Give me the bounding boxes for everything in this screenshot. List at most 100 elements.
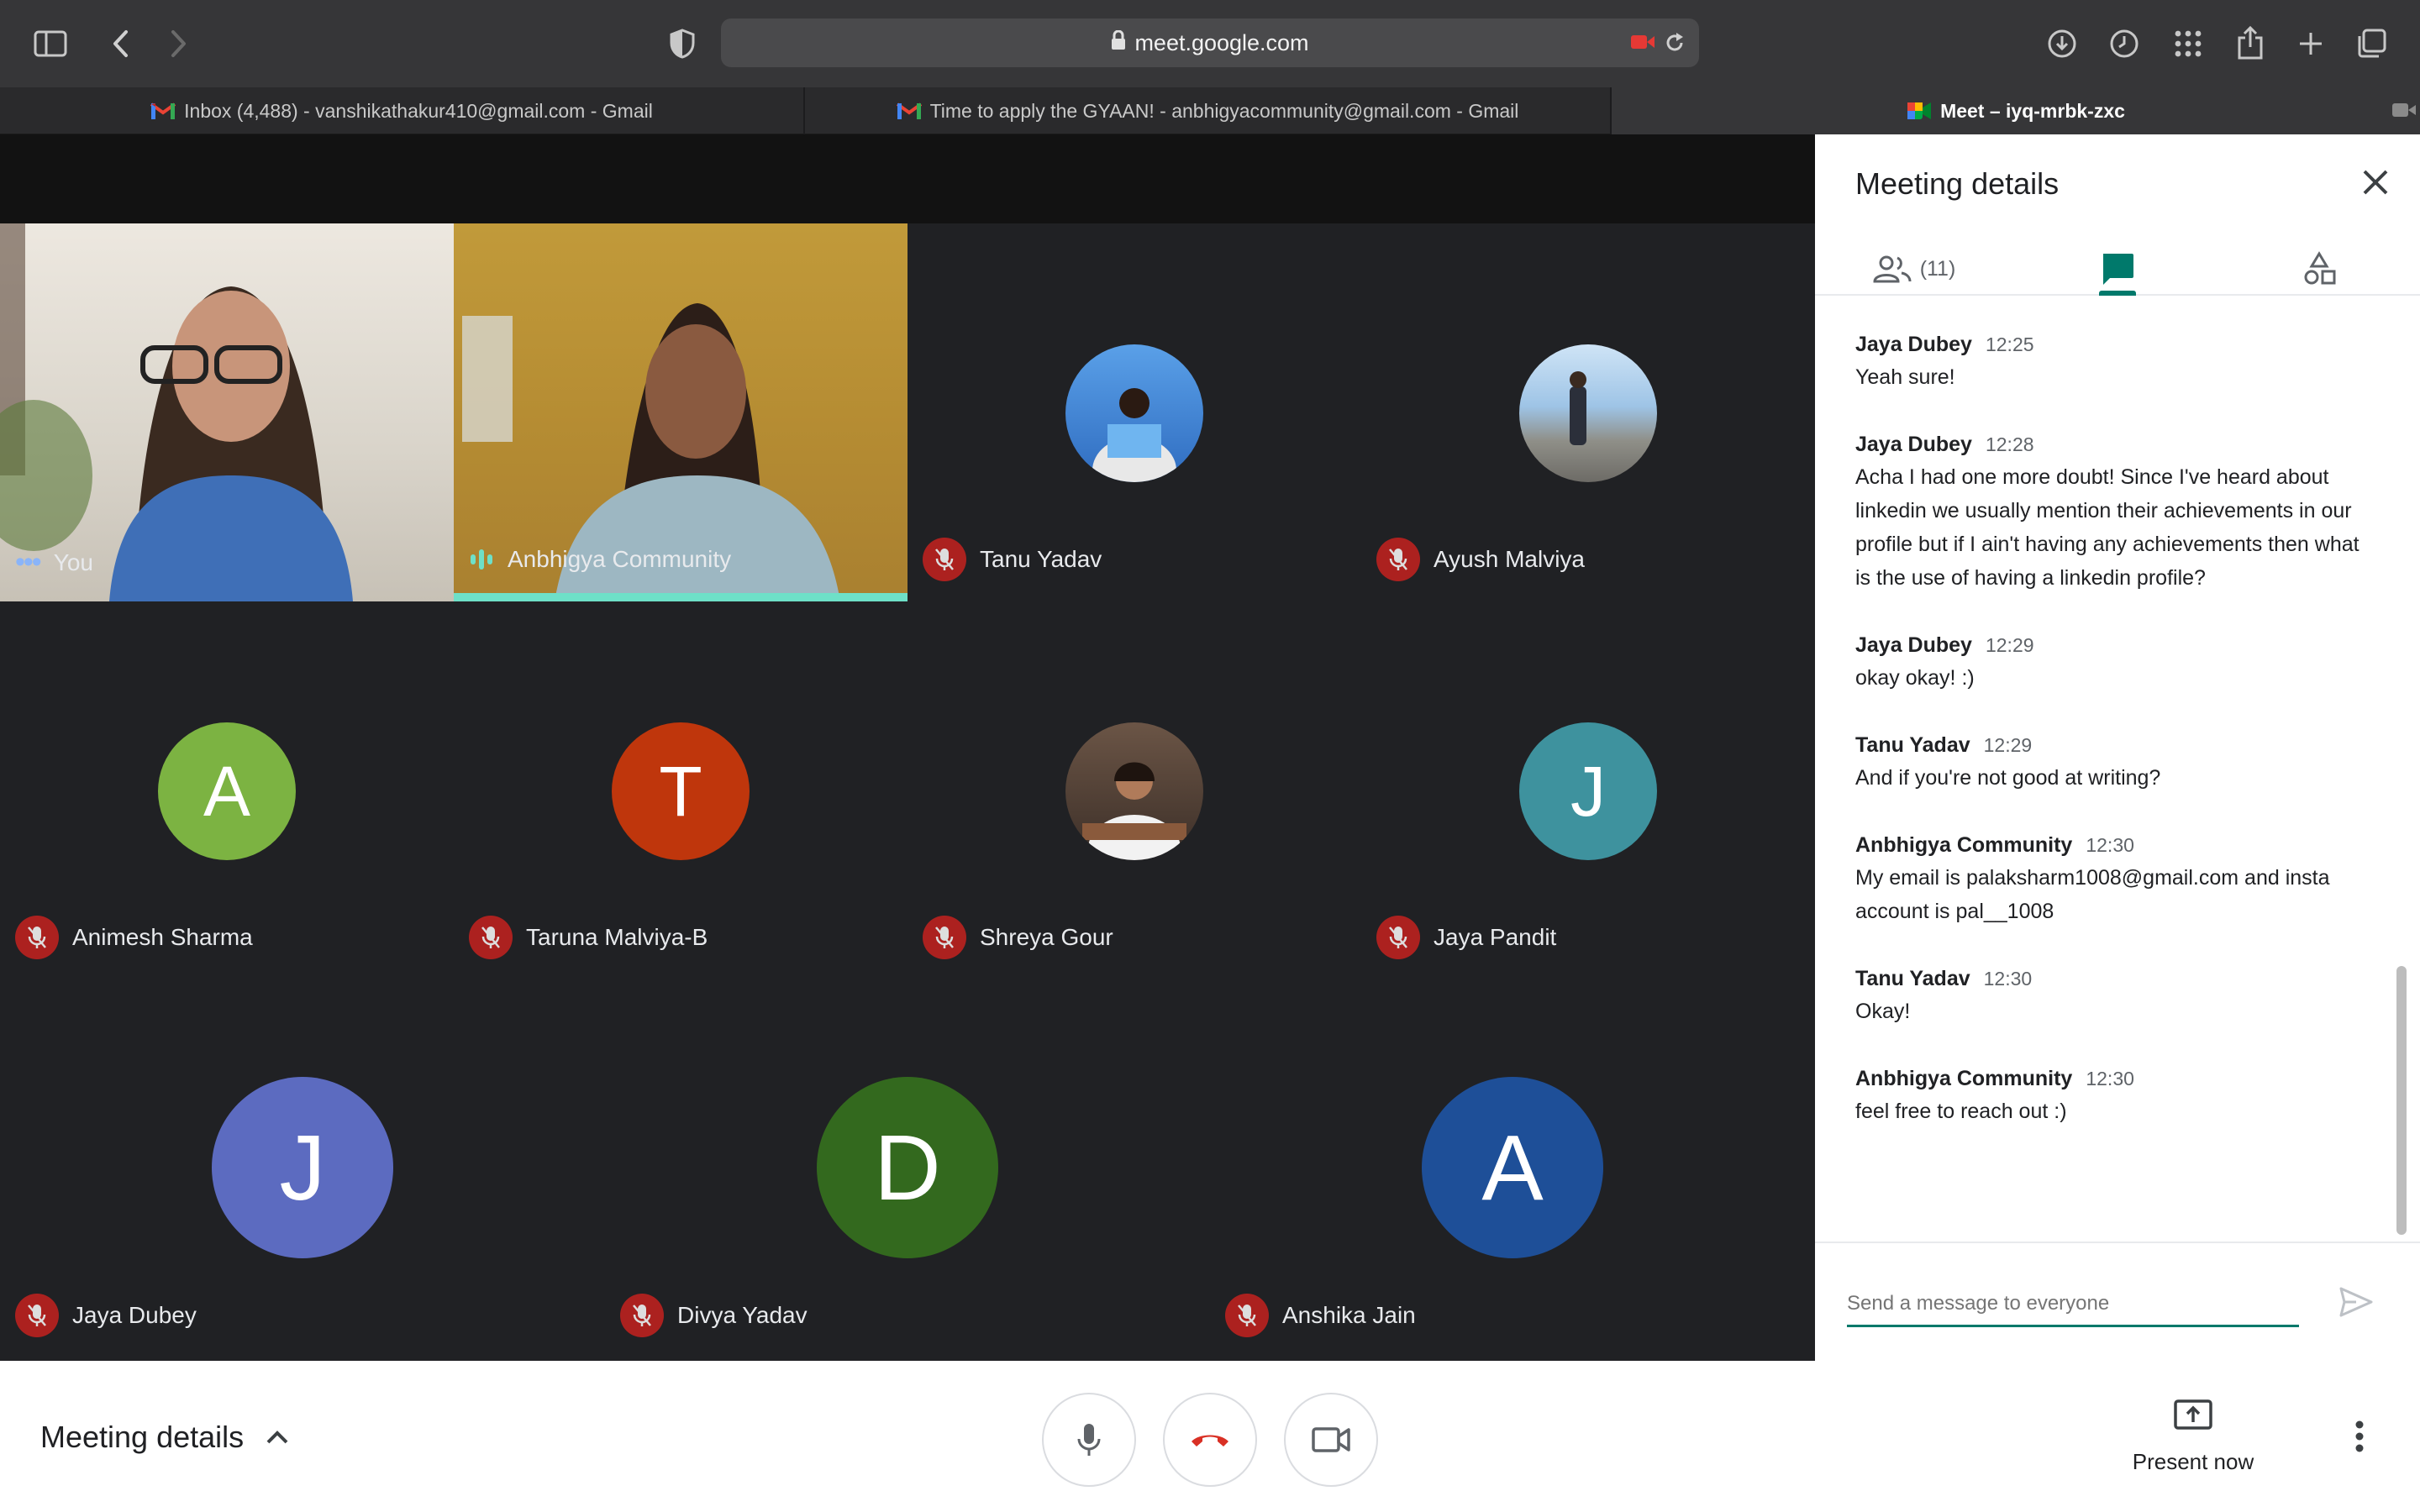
- avatar: [1065, 722, 1203, 860]
- avatar: T: [612, 722, 750, 860]
- tab-people[interactable]: (11): [1855, 244, 1973, 294]
- share-icon[interactable]: [2232, 24, 2269, 62]
- participant-label: Shreya Gour: [923, 916, 1113, 959]
- reload-icon[interactable]: [1664, 32, 1686, 60]
- mic-off-icon: [1376, 916, 1420, 959]
- people-icon: [1873, 255, 1912, 283]
- participant-label: Divya Yadav: [620, 1294, 808, 1337]
- message-time: 12:29: [1983, 734, 2033, 756]
- mic-off-icon: [923, 538, 966, 581]
- participant-label: Ayush Malviya: [1376, 538, 1585, 581]
- speaking-bar: [454, 593, 908, 601]
- message-text: Acha I had one more doubt! Since I've he…: [1855, 465, 2360, 590]
- url-text: meet.google.com: [1134, 29, 1309, 55]
- meeting-controls-bar: Meeting details Present now: [0, 1361, 2420, 1512]
- address-bar[interactable]: meet.google.com: [721, 18, 1699, 67]
- participant-tile-you[interactable]: ••• You: [0, 223, 454, 601]
- tab-gmail-gyaan[interactable]: Time to apply the GYAAN! - anbhigyacommu…: [805, 87, 1612, 134]
- compose-divider: [1815, 1242, 2420, 1243]
- participant-label: Taruna Malviya-B: [469, 916, 708, 959]
- camera-button[interactable]: [1284, 1393, 1378, 1487]
- avatar: A: [158, 722, 296, 860]
- browser-toolbar: meet.google.com: [0, 0, 2420, 87]
- participant-tile-divya[interactable]: D Divya Yadav: [605, 979, 1210, 1357]
- chevron-up-icon: [266, 1430, 289, 1445]
- mic-off-icon: [1376, 538, 1420, 581]
- leave-call-button[interactable]: [1163, 1393, 1257, 1487]
- message-time: 12:25: [1985, 333, 2034, 355]
- lock-icon: [1111, 29, 1126, 56]
- message-sender: Jaya Dubey: [1855, 433, 1972, 456]
- send-icon[interactable]: [2339, 1287, 2373, 1321]
- microphone-icon: [1076, 1422, 1102, 1457]
- mic-off-icon: [923, 916, 966, 959]
- participant-tile-animesh[interactable]: A Animesh Sharma: [0, 601, 454, 979]
- tab-gmail-inbox[interactable]: Inbox (4,488) - vanshikathakur410@gmail.…: [0, 87, 805, 134]
- chat-scrollbar[interactable]: [2396, 966, 2407, 1235]
- more-options-icon[interactable]: [2354, 1420, 2365, 1457]
- avatar: D: [817, 1077, 998, 1258]
- meeting-details-panel: Meeting details (11) Jaya Dubey 12:25 Yea…: [1815, 134, 2420, 1361]
- message-time: 12:30: [2086, 1068, 2134, 1089]
- participant-tile-jaya-pandit[interactable]: J Jaya Pandit: [1361, 601, 1815, 979]
- gmail-icon: [896, 102, 922, 120]
- message-time: 12:28: [1985, 433, 2034, 455]
- message-text: And if you're not good at writing?: [1855, 766, 2161, 790]
- tab-meet[interactable]: Meet – iyq-mrbk-zxc: [1612, 87, 2420, 134]
- participant-tile-jaya-dubey[interactable]: J Jaya Dubey: [0, 979, 605, 1357]
- participant-tile-anbhigya[interactable]: Anbhigya Community: [454, 223, 908, 601]
- tab-activities[interactable]: [2286, 244, 2353, 294]
- panel-tabs: (11): [1815, 244, 2420, 296]
- participant-tile-anshika[interactable]: A Anshika Jain: [1210, 979, 1815, 1357]
- tab-chat[interactable]: [2084, 244, 2151, 296]
- new-tab-icon[interactable]: [2292, 25, 2329, 62]
- more-dots-icon[interactable]: •••: [15, 546, 42, 579]
- speaking-indicator-icon: [469, 548, 494, 571]
- chat-message: Tanu Yadav 12:29 And if you're not good a…: [1855, 733, 2376, 795]
- forward-icon[interactable]: [160, 25, 197, 62]
- mic-off-icon: [15, 1294, 59, 1337]
- chat-message: Anbhigya Community 12:30 feel free to rea…: [1855, 1067, 2376, 1128]
- tab-overview-icon[interactable]: [2353, 25, 2390, 62]
- hang-up-icon: [1189, 1431, 1231, 1449]
- participant-tile-taruna[interactable]: T Taruna Malviya-B: [454, 601, 908, 979]
- activities-shapes-icon: [2302, 251, 2337, 286]
- back-icon[interactable]: [103, 25, 139, 62]
- sidebar-toggle-icon[interactable]: [32, 25, 69, 62]
- tab-bar: Inbox (4,488) - vanshikathakur410@gmail.…: [0, 87, 2420, 134]
- meeting-details-toggle[interactable]: Meeting details: [40, 1420, 289, 1455]
- stage-top-band: [0, 134, 1815, 223]
- message-sender: Jaya Dubey: [1855, 633, 1972, 657]
- gmail-icon: [150, 102, 176, 120]
- privacy-shield-icon[interactable]: [664, 25, 701, 62]
- message-sender: Tanu Yadav: [1855, 967, 1970, 990]
- participant-label: Anbhigya Community: [469, 546, 731, 573]
- message-text: feel free to reach out :): [1855, 1100, 2067, 1123]
- chat-message: Anbhigya Community 12:30 My email is pala…: [1855, 833, 2376, 928]
- avatar: [1519, 344, 1657, 482]
- mic-off-icon: [469, 916, 513, 959]
- participant-label: Tanu Yadav: [923, 538, 1102, 581]
- close-icon[interactable]: [2361, 168, 2390, 201]
- present-now-button[interactable]: Present now: [2118, 1399, 2269, 1475]
- participant-label: Jaya Pandit: [1376, 916, 1556, 959]
- speaker-video-frame: [462, 303, 840, 601]
- video-camera-icon: [1312, 1425, 1350, 1454]
- participant-tile-ayush[interactable]: Ayush Malviya: [1361, 223, 1815, 601]
- downloads-icon[interactable]: [2044, 25, 2081, 62]
- participant-tile-shreya[interactable]: Shreya Gour: [908, 601, 1361, 979]
- participant-tile-tanu[interactable]: Tanu Yadav: [908, 223, 1361, 601]
- apps-grid-icon[interactable]: [2170, 25, 2207, 62]
- participant-label: Animesh Sharma: [15, 916, 253, 959]
- mic-off-icon: [1225, 1294, 1269, 1337]
- history-clock-icon[interactable]: [2106, 25, 2143, 62]
- participant-label: Jaya Dubey: [15, 1294, 197, 1337]
- video-grid: ••• You Anbhigya Community Tanu Yadav Ay…: [0, 134, 1815, 1361]
- meet-icon: [1907, 100, 1932, 122]
- avatar: J: [1519, 722, 1657, 860]
- microphone-button[interactable]: [1042, 1393, 1136, 1487]
- camera-in-use-icon[interactable]: [1630, 32, 1655, 58]
- participant-label: Anshika Jain: [1225, 1294, 1416, 1337]
- self-video-frame: [0, 223, 353, 601]
- chat-message-input[interactable]: [1847, 1282, 2299, 1327]
